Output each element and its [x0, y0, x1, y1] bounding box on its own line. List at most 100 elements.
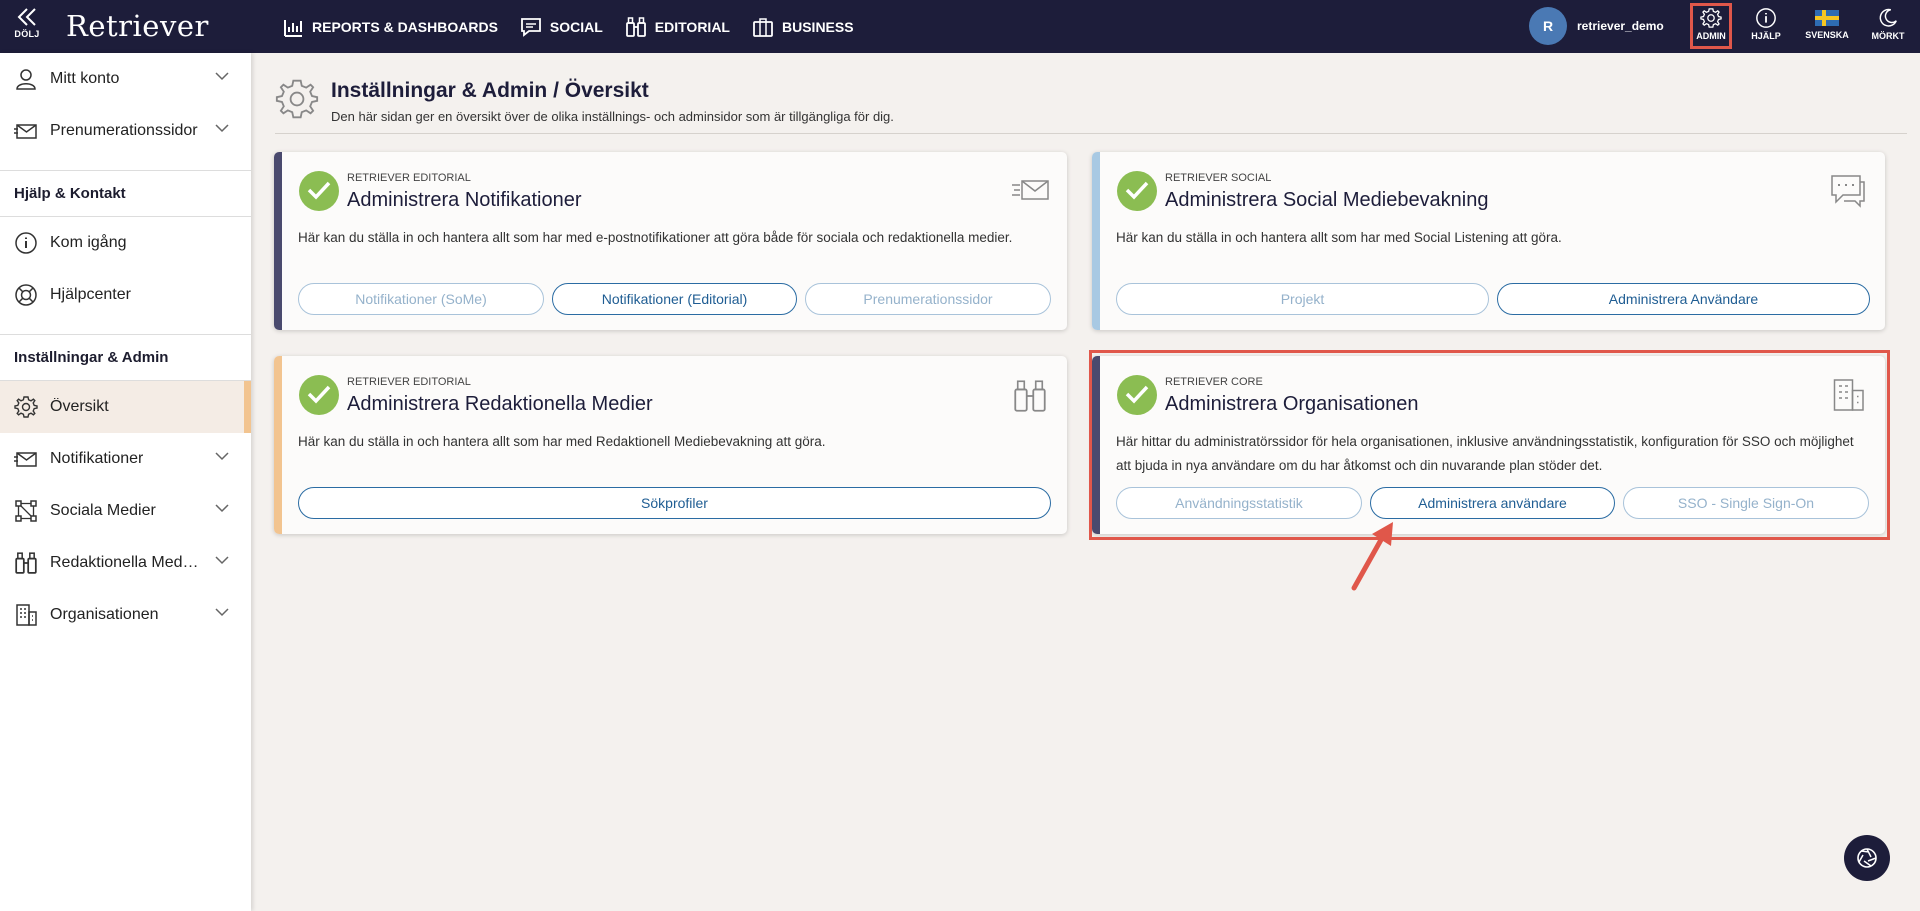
sidebar-item-hjalpcenter[interactable]: Hjälpcenter — [0, 269, 251, 321]
manage-users-social-button[interactable]: Administrera Användare — [1497, 283, 1870, 315]
card-title: Administrera Social Mediebevakning — [1165, 189, 1489, 211]
language-label: SVENSKA — [1805, 30, 1849, 40]
sidebar-item-label: Kom igång — [50, 234, 127, 251]
sidebar-item-label: Redaktionella Medier — [50, 554, 200, 571]
admin-label: ADMIN — [1696, 31, 1726, 41]
card-buttons: Notifikationer (SoMe) Notifikationer (Ed… — [298, 283, 1051, 315]
dark-mode-label: MÖRKT — [1871, 31, 1905, 41]
sidebar-header-help: Hjälp & Kontakt — [0, 170, 251, 217]
retriever-logo[interactable]: Retriever — [66, 9, 209, 43]
top-bar: DÖLJ Retriever REPORTS & DASHBOARDS SOCI… — [0, 0, 1920, 53]
binoculars-icon — [15, 552, 37, 574]
sidebar-item-label: Organisationen — [50, 606, 159, 623]
sidebar-item-organisationen[interactable]: Organisationen — [0, 589, 251, 641]
sidebar-item-prenumerationssidor[interactable]: Prenumerationssidor — [0, 105, 251, 157]
nav-social[interactable]: SOCIAL — [520, 16, 603, 38]
info-icon — [1756, 8, 1776, 28]
info-icon — [15, 232, 37, 254]
binoculars-icon — [625, 16, 646, 37]
sidebar: Mitt konto Prenumerationssidor Hjälp & K… — [0, 53, 251, 911]
help-button[interactable]: HJÄLP — [1744, 3, 1788, 49]
sidebar-item-label: Notifikationer — [50, 450, 144, 467]
sidebar-item-sociala-medier[interactable]: Sociala Medier — [0, 485, 251, 537]
language-button[interactable]: SVENSKA — [1805, 3, 1849, 49]
chat-icon — [521, 17, 541, 37]
card-notifications: RETRIEVER EDITORIAL Administrera Notifik… — [274, 152, 1067, 330]
chevron-down-icon — [215, 124, 229, 133]
sidebar-item-mitt-konto[interactable]: Mitt konto — [0, 53, 251, 105]
card-description: Här kan du ställa in och hantera allt so… — [298, 230, 1013, 245]
sidebar-item-oversikt[interactable]: Översikt — [0, 381, 251, 433]
envelope-icon — [14, 452, 37, 467]
sidebar-item-label: Hjälpcenter — [50, 286, 131, 303]
notifications-editorial-button[interactable]: Notifikationer (Editorial) — [552, 283, 797, 315]
nav-label: BUSINESS — [782, 18, 854, 35]
sidebar-item-redaktionella-medier[interactable]: Redaktionella Medier — [0, 537, 251, 589]
sidebar-item-kom-igang[interactable]: Kom igång — [0, 217, 251, 269]
sidebar-item-label: Mitt konto — [50, 70, 120, 87]
nav-label: REPORTS & DASHBOARDS — [312, 18, 498, 35]
nav-business[interactable]: BUSINESS — [752, 16, 854, 38]
envelope-icon — [1012, 180, 1049, 200]
hide-sidebar-label: DÖLJ — [14, 29, 40, 39]
nav-label: EDITORIAL — [654, 18, 730, 35]
chat-icon — [1831, 175, 1865, 208]
check-icon — [299, 375, 339, 415]
highlight-box — [1089, 350, 1890, 540]
dark-mode-button[interactable]: MÖRKT — [1866, 3, 1910, 49]
card-eyebrow: RETRIEVER EDITORIAL — [347, 172, 471, 184]
moon-icon — [1879, 8, 1897, 27]
card-accent-bar — [1092, 152, 1100, 330]
search-profiles-button[interactable]: Sökprofiler — [298, 487, 1051, 519]
briefcase-icon — [753, 17, 773, 37]
gear-icon — [14, 396, 38, 418]
binoculars-icon — [1014, 380, 1046, 412]
card-social-monitoring: RETRIEVER SOCIAL Administrera Social Med… — [1092, 152, 1885, 330]
card-accent-bar — [274, 356, 282, 534]
subscription-pages-button[interactable]: Prenumerationssidor — [805, 283, 1051, 315]
user-menu[interactable]: R retriever_demo — [1529, 7, 1664, 45]
card-buttons: Sökprofiler — [298, 487, 1051, 519]
card-description: Här kan du ställa in och hantera allt so… — [298, 434, 826, 449]
help-label: HJÄLP — [1751, 31, 1781, 41]
page-header: Inställningar & Admin / Översikt Den här… — [275, 77, 1907, 134]
gear-icon — [1700, 8, 1722, 28]
user-icon — [16, 69, 36, 90]
chevron-down-icon — [215, 452, 229, 461]
network-icon — [15, 500, 37, 522]
top-nav: REPORTS & DASHBOARDS SOCIAL EDITORIAL BU… — [282, 0, 876, 53]
nav-reports-dashboards[interactable]: REPORTS & DASHBOARDS — [282, 16, 498, 38]
swedish-flag-icon — [1815, 10, 1839, 26]
sidebar-header-admin: Inställningar & Admin — [0, 334, 251, 381]
double-chevron-left-icon — [17, 8, 36, 26]
card-title: Administrera Redaktionella Medier — [347, 393, 653, 415]
avatar: R — [1529, 7, 1567, 45]
card-description: Här kan du ställa in och hantera allt so… — [1116, 230, 1562, 245]
card-editorial-media: RETRIEVER EDITORIAL Administrera Redakti… — [274, 356, 1067, 534]
page-subtitle: Den här sidan ger en översikt över de ol… — [331, 109, 894, 124]
chevron-down-icon — [215, 504, 229, 513]
gear-icon — [275, 79, 319, 119]
card-eyebrow: RETRIEVER EDITORIAL — [347, 376, 471, 388]
aperture-icon — [1857, 848, 1877, 868]
nav-editorial[interactable]: EDITORIAL — [625, 16, 730, 38]
building-icon — [16, 604, 37, 626]
check-icon — [299, 171, 339, 211]
username: retriever_demo — [1577, 19, 1664, 33]
projects-button[interactable]: Projekt — [1116, 283, 1489, 315]
sidebar-item-notifikationer[interactable]: Notifikationer — [0, 433, 251, 485]
help-widget-button[interactable] — [1844, 835, 1890, 881]
card-title: Administrera Notifikationer — [347, 189, 582, 211]
hide-sidebar-button[interactable]: DÖLJ — [12, 4, 42, 48]
check-icon — [1117, 171, 1157, 211]
page-title: Inställningar & Admin / Översikt — [331, 79, 649, 102]
nav-label: SOCIAL — [549, 18, 603, 35]
sidebar-item-label: Översikt — [50, 398, 109, 415]
chevron-down-icon — [215, 556, 229, 565]
card-buttons: Projekt Administrera Användare — [1116, 283, 1870, 315]
admin-button[interactable]: ADMIN — [1690, 3, 1732, 49]
envelope-icon — [14, 124, 37, 139]
notifications-some-button[interactable]: Notifikationer (SoMe) — [298, 283, 544, 315]
card-accent-bar — [274, 152, 282, 330]
arrow-icon — [1351, 522, 1393, 591]
